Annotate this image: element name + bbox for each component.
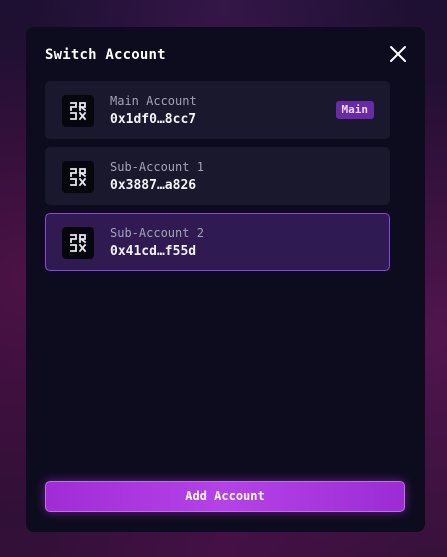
add-account-button[interactable]: Add Account bbox=[45, 481, 405, 512]
account-name: Main Account bbox=[110, 94, 197, 108]
account-name: Sub-Account 2 bbox=[110, 226, 204, 240]
prdx-logo-icon bbox=[62, 161, 94, 193]
account-address: 0x3887…a826 bbox=[110, 178, 197, 193]
modal-title: Switch Account bbox=[45, 47, 166, 63]
account-row-main[interactable]: Main Account 0x1df0…8cc7 Main bbox=[45, 81, 390, 139]
account-address: 0x1df0…8cc7 bbox=[110, 112, 197, 127]
account-list: Main Account 0x1df0…8cc7 Main Sub-Accoun… bbox=[45, 81, 390, 279]
account-name: Sub-Account 1 bbox=[110, 160, 204, 174]
close-icon bbox=[390, 46, 406, 62]
account-row-sub-2[interactable]: Sub-Account 2 0x41cd…f55d bbox=[45, 213, 390, 271]
prdx-logo-icon bbox=[62, 227, 94, 259]
main-badge: Main bbox=[335, 101, 374, 119]
account-row-sub-1[interactable]: Sub-Account 1 0x3887…a826 bbox=[45, 147, 390, 205]
close-button[interactable] bbox=[389, 45, 407, 63]
account-address: 0x41cd…f55d bbox=[110, 244, 197, 259]
prdx-logo-icon bbox=[62, 95, 94, 127]
switch-account-modal: Switch Account Main Account 0x1df0…8cc7 bbox=[26, 27, 425, 532]
